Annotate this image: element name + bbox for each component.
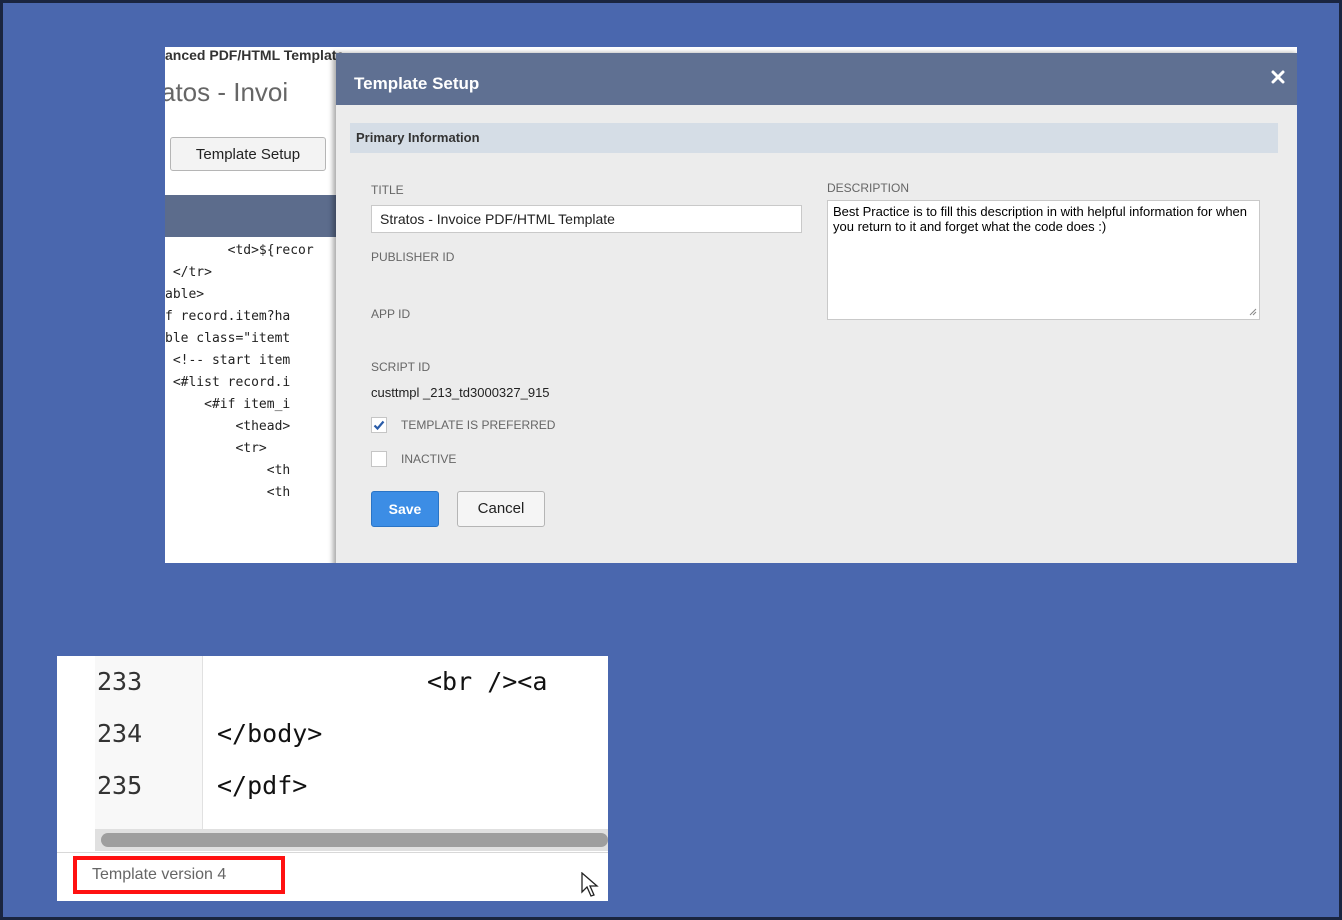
line-number: 234 — [97, 719, 143, 748]
title-label: TITLE — [371, 183, 404, 197]
mouse-cursor-icon — [581, 871, 601, 901]
scrollbar-thumb[interactable] — [101, 833, 608, 847]
app-id-label: APP ID — [371, 307, 411, 321]
description-label: DESCRIPTION — [827, 181, 910, 195]
dialog-title: Template Setup — [354, 74, 480, 93]
editor-left-margin — [57, 656, 96, 834]
template-version-text: Template version 4 — [92, 866, 227, 883]
code-line: <br /><a — [427, 667, 548, 696]
save-button[interactable]: Save — [371, 491, 439, 527]
background-code-editor[interactable]: <td>${recor </tr> able> f record.item?ha… — [165, 240, 335, 563]
code-line: <td>${recor — [165, 243, 314, 258]
line-number: 235 — [97, 771, 143, 800]
script-id-label: SCRIPT ID — [371, 360, 431, 374]
code-line: <#if item_i — [165, 397, 291, 412]
code-line: <!-- start item — [165, 353, 291, 368]
section-title: Primary Information — [356, 130, 480, 145]
code-line: <th — [165, 463, 291, 478]
background-page-header: anced PDF/HTML Template — [165, 47, 345, 63]
code-line: ble class="itemt — [165, 331, 291, 346]
inactive-checkbox[interactable] — [371, 451, 387, 467]
code-line: <thead> — [165, 419, 291, 434]
template-setup-screenshot: anced PDF/HTML Template atos - Invoi Tem… — [165, 47, 1297, 563]
code-line: <th — [165, 485, 291, 500]
template-setup-dialog: Template Setup Primary Information TITLE… — [336, 53, 1297, 563]
code-line: </pdf> — [217, 771, 308, 800]
background-template-setup-button[interactable]: Template Setup — [170, 137, 326, 171]
description-textarea[interactable]: Best Practice is to fill this descriptio… — [827, 200, 1260, 320]
close-icon[interactable] — [1271, 64, 1285, 90]
cancel-button[interactable]: Cancel — [457, 491, 545, 527]
code-line: <tr> — [165, 441, 267, 456]
publisher-id-label: PUBLISHER ID — [371, 250, 455, 264]
code-line: </tr> — [165, 265, 212, 280]
background-page-title: atos - Invoi — [165, 77, 289, 107]
code-line: f record.item?ha — [165, 309, 291, 324]
template-preferred-label: TEMPLATE IS PREFERRED — [401, 418, 556, 432]
dialog-header: Template Setup — [336, 53, 1297, 105]
template-preferred-checkbox[interactable] — [371, 417, 387, 433]
checkmark-icon — [373, 420, 385, 431]
code-line: able> — [165, 287, 205, 302]
code-line: </body> — [217, 719, 323, 748]
script-id-value: custtmpl _213_td3000327_915 — [371, 385, 550, 400]
code-line: <#list record.i — [165, 375, 291, 390]
template-version-highlight: Template version 4 — [73, 856, 285, 894]
inactive-label: INACTIVE — [401, 452, 457, 466]
resize-grip-icon[interactable] — [1247, 306, 1259, 318]
section-header: Primary Information — [350, 123, 1278, 153]
line-number: 233 — [97, 667, 143, 696]
title-input[interactable]: Stratos - Invoice PDF/HTML Template — [371, 205, 802, 233]
editor-footer-screenshot: 233 <br /><a 234 </body> 235 </pdf> Temp… — [57, 656, 608, 901]
